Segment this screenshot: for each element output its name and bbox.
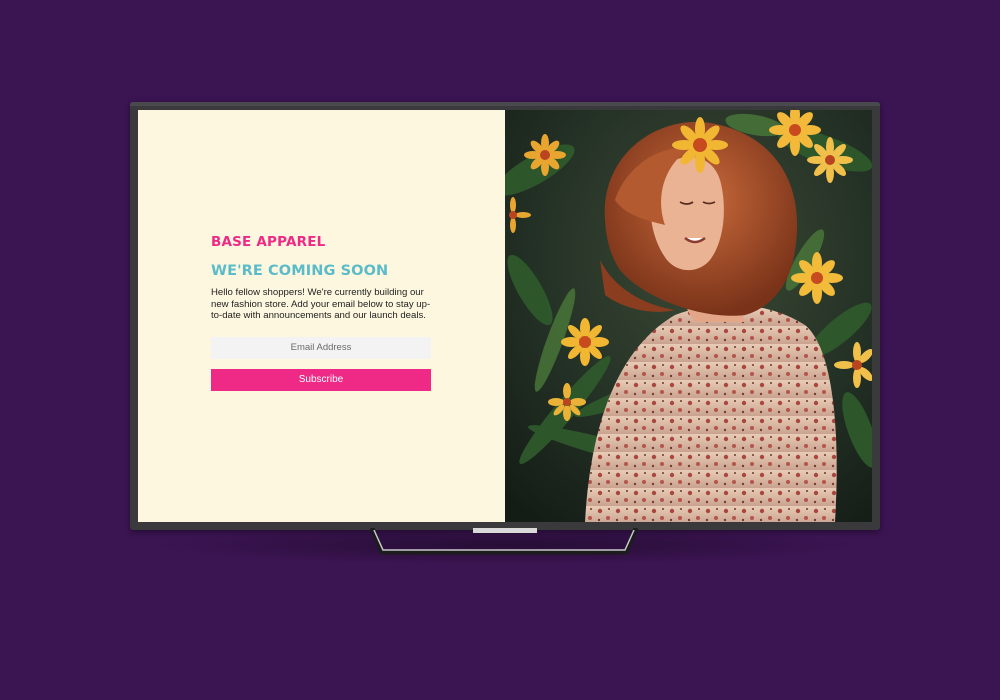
hero-image — [505, 110, 872, 522]
tv-stand — [369, 528, 639, 555]
subscribe-button[interactable]: Subscribe — [211, 368, 431, 391]
page-title: WE'RE COMING SOON — [211, 263, 389, 279]
email-field[interactable] — [211, 336, 431, 359]
woman-with-flowers-photo — [505, 110, 872, 522]
coming-soon-content: BASE APPAREL WE'RE COMING SOON Hello fel… — [211, 234, 433, 391]
intro-text: Hello fellow shoppers! We're currently b… — [211, 287, 431, 321]
coming-soon-panel: BASE APPAREL WE'RE COMING SOON Hello fel… — [138, 110, 505, 522]
brand-logo[interactable]: BASE APPAREL — [211, 234, 433, 250]
tv-screen: BASE APPAREL WE'RE COMING SOON Hello fel… — [138, 110, 872, 522]
tv-frame: BASE APPAREL WE'RE COMING SOON Hello fel… — [130, 102, 880, 530]
